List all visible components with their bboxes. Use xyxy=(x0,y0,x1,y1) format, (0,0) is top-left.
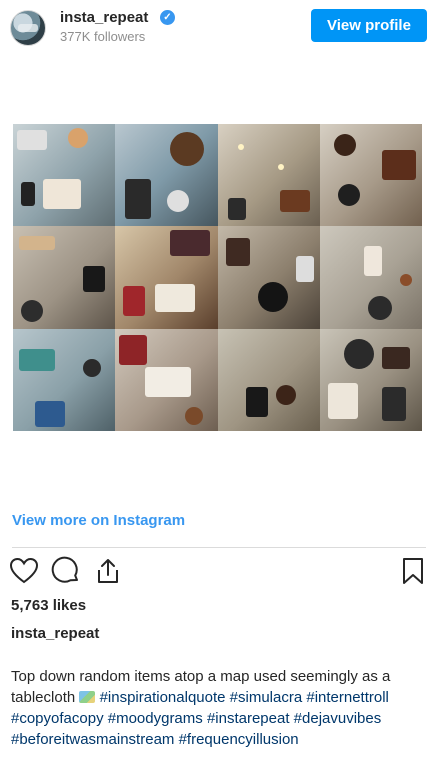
bookmark-icon[interactable] xyxy=(398,556,428,586)
grid-photo xyxy=(115,226,218,329)
view-more-on-instagram-link[interactable]: View more on Instagram xyxy=(12,512,185,529)
like-count[interactable]: 5,763 likes xyxy=(11,597,86,614)
grid-photo xyxy=(217,226,320,329)
grid-photo xyxy=(319,124,422,227)
view-profile-button[interactable]: View profile xyxy=(311,9,427,42)
post-actions-bar xyxy=(0,556,432,590)
caption-username[interactable]: insta_repeat xyxy=(11,625,99,642)
share-icon[interactable] xyxy=(93,556,123,586)
grid-photo xyxy=(217,328,320,431)
world-map-emoji xyxy=(79,691,96,703)
grid-photo xyxy=(319,328,422,431)
profile-avatar[interactable] xyxy=(10,10,46,46)
header-username[interactable]: insta_repeat xyxy=(60,9,148,26)
divider xyxy=(12,547,426,548)
heart-icon[interactable] xyxy=(9,556,39,586)
post-image-grid[interactable] xyxy=(13,124,422,431)
follower-count: 377K followers xyxy=(60,29,146,44)
grid-photo xyxy=(13,226,116,329)
grid-photo xyxy=(115,124,218,227)
verified-badge-icon: ✓ xyxy=(160,10,175,25)
grid-photo xyxy=(115,328,218,431)
grid-photo xyxy=(13,124,116,227)
grid-photo xyxy=(319,226,422,329)
comment-icon[interactable] xyxy=(51,556,81,586)
post-header: insta_repeat ✓ 377K followers View profi… xyxy=(0,0,432,56)
post-caption: Top down random items atop a map used se… xyxy=(11,666,429,750)
grid-photo xyxy=(217,124,320,227)
grid-photo xyxy=(13,328,116,431)
